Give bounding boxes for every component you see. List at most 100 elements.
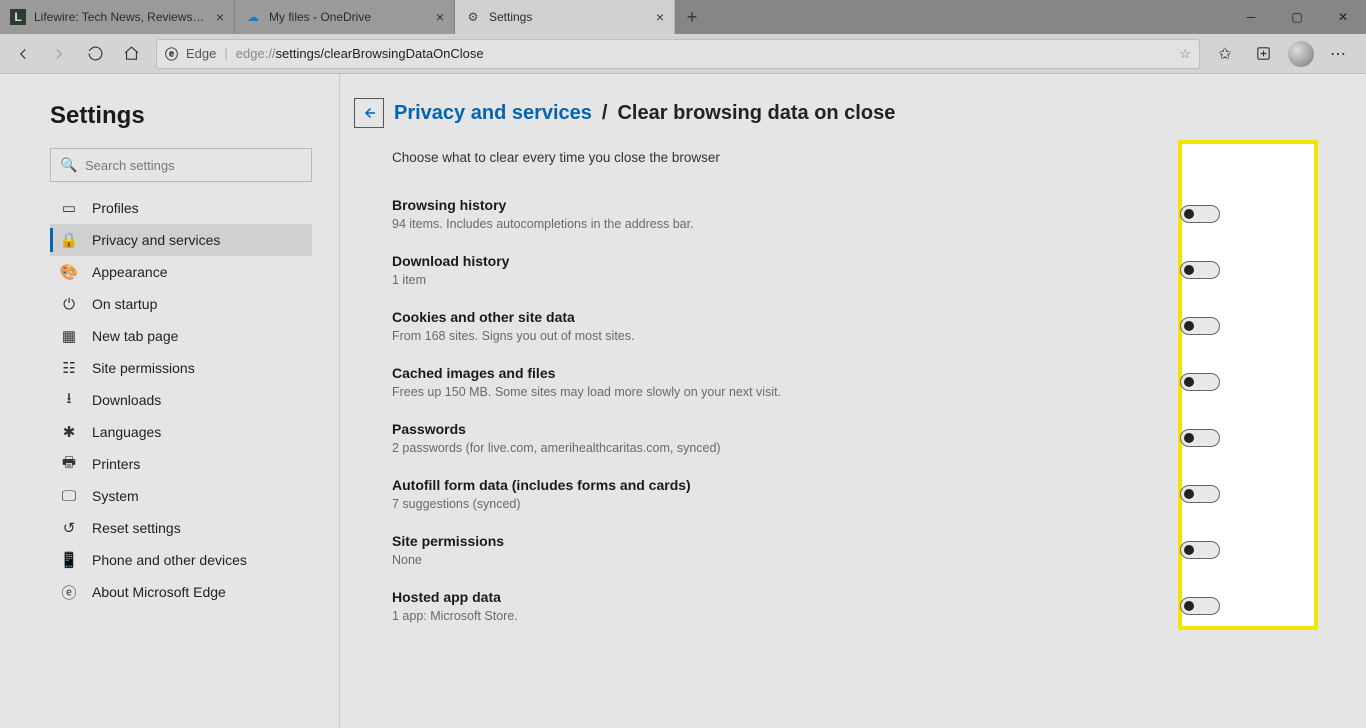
gear-icon: ⚙ xyxy=(465,9,481,25)
content: Settings 🔍 ▭Profiles 🔒Privacy and servic… xyxy=(0,74,1366,728)
close-icon[interactable]: × xyxy=(656,9,664,25)
tab-onedrive[interactable]: ☁ My files - OneDrive × xyxy=(235,0,455,34)
close-window-button[interactable]: ✕ xyxy=(1320,0,1366,34)
option-desc: 7 suggestions (synced) xyxy=(392,497,1180,511)
toggle-download-history[interactable] xyxy=(1180,261,1220,279)
option-title: Passwords xyxy=(392,421,1180,437)
breadcrumb-current: Clear browsing data on close xyxy=(617,102,895,125)
nav-languages[interactable]: ✱Languages xyxy=(50,416,312,448)
nav-newtab[interactable]: ▦New tab page xyxy=(50,320,312,352)
option-desc: 1 item xyxy=(392,273,1180,287)
favicon-lifewire: L xyxy=(10,9,26,25)
search-input[interactable] xyxy=(50,148,312,182)
close-icon[interactable]: × xyxy=(436,9,444,25)
tab-lifewire[interactable]: L Lifewire: Tech News, Reviews, He × xyxy=(0,0,235,34)
main-panel: Privacy and services / Clear browsing da… xyxy=(340,74,1366,728)
more-button[interactable]: ⋯ xyxy=(1322,38,1356,70)
url-path: settings/clearBrowsingDataOnClose xyxy=(276,46,484,61)
tab-title: Lifewire: Tech News, Reviews, He xyxy=(34,10,208,24)
forward-button[interactable] xyxy=(42,38,76,70)
option-title: Browsing history xyxy=(392,197,1180,213)
permissions-icon: ☷ xyxy=(60,359,78,377)
option-title: Cached images and files xyxy=(392,365,1180,381)
back-button[interactable] xyxy=(6,38,40,70)
cloud-icon: ☁ xyxy=(245,9,261,25)
settings-heading: Settings xyxy=(50,102,319,130)
breadcrumb: Privacy and services / Clear browsing da… xyxy=(354,98,1326,128)
separator: | xyxy=(224,46,227,61)
nav-system[interactable]: 🖵System xyxy=(50,480,312,512)
edge-icon: ⓔ xyxy=(165,44,178,63)
toggle-hosted-app-data[interactable] xyxy=(1180,597,1220,615)
download-icon: ⭳ xyxy=(60,388,78,413)
option-desc: 94 items. Includes autocompletions in th… xyxy=(392,217,1180,231)
maximize-button[interactable]: ▢ xyxy=(1274,0,1320,34)
palette-icon: 🎨 xyxy=(60,263,78,281)
power-icon: ⏻ xyxy=(60,296,78,313)
tab-settings[interactable]: ⚙ Settings × xyxy=(455,0,675,34)
option-row: Hosted app data 1 app: Microsoft Store. xyxy=(392,583,1232,639)
toggle-autofill[interactable] xyxy=(1180,485,1220,503)
clear-options-list: Browsing history 94 items. Includes autoc… xyxy=(392,191,1232,639)
nav-privacy[interactable]: 🔒Privacy and services xyxy=(50,224,312,256)
address-bar[interactable]: ⓔ Edge | edge://settings/clearBrowsingDa… xyxy=(156,39,1200,69)
option-desc: 2 passwords (for live.com, amerihealthca… xyxy=(392,441,1180,455)
nav-permissions[interactable]: ☷Site permissions xyxy=(50,352,312,384)
lock-icon: 🔒 xyxy=(60,231,78,249)
nav-profiles[interactable]: ▭Profiles xyxy=(50,192,312,224)
toggle-browsing-history[interactable] xyxy=(1180,205,1220,223)
settings-sidebar: Settings 🔍 ▭Profiles 🔒Privacy and servic… xyxy=(0,74,340,728)
new-tab-button[interactable]: + xyxy=(675,0,709,34)
nav-appearance[interactable]: 🎨Appearance xyxy=(50,256,312,288)
option-desc: Frees up 150 MB. Some sites may load mor… xyxy=(392,385,1180,399)
printer-icon: 🖶 xyxy=(60,452,78,477)
nav-reset[interactable]: ↺Reset settings xyxy=(50,512,312,544)
option-desc: None xyxy=(392,553,1180,567)
option-row: Autofill form data (includes forms and c… xyxy=(392,471,1232,527)
toggle-passwords[interactable] xyxy=(1180,429,1220,447)
toolbar: ⓔ Edge | edge://settings/clearBrowsingDa… xyxy=(0,34,1366,74)
nav-downloads[interactable]: ⭳Downloads xyxy=(50,384,312,416)
refresh-button[interactable] xyxy=(78,38,112,70)
close-icon[interactable]: × xyxy=(216,9,224,25)
home-button[interactable] xyxy=(114,38,148,70)
language-icon: ✱ xyxy=(60,423,78,441)
system-icon: 🖵 xyxy=(60,488,78,505)
option-title: Autofill form data (includes forms and c… xyxy=(392,477,1180,493)
profile-icon: ▭ xyxy=(60,199,78,217)
breadcrumb-back-button[interactable] xyxy=(354,98,384,128)
tab-title: My files - OneDrive xyxy=(269,10,428,24)
option-title: Hosted app data xyxy=(392,589,1180,605)
option-row: Cookies and other site dataFrom 168 site… xyxy=(392,303,1232,359)
option-title: Cookies and other site data xyxy=(392,309,1180,325)
titlebar: L Lifewire: Tech News, Reviews, He × ☁ M… xyxy=(0,0,1366,34)
url-scheme: edge:// xyxy=(236,46,276,61)
breadcrumb-link[interactable]: Privacy and services xyxy=(394,102,592,125)
star-outline-icon[interactable]: ☆ xyxy=(1179,46,1191,62)
breadcrumb-sep: / xyxy=(602,102,608,125)
favorites-button[interactable]: ✩ xyxy=(1208,38,1242,70)
edge-icon: ⓔ xyxy=(60,582,78,603)
nav-about[interactable]: ⓔAbout Microsoft Edge xyxy=(50,576,312,608)
tab-title: Settings xyxy=(489,10,648,24)
minimize-button[interactable]: ─ xyxy=(1228,0,1274,34)
option-title: Download history xyxy=(392,253,1180,269)
nav-startup[interactable]: ⏻On startup xyxy=(50,288,312,320)
profile-avatar[interactable] xyxy=(1284,38,1318,70)
toggle-cache[interactable] xyxy=(1180,373,1220,391)
option-desc: 1 app: Microsoft Store. xyxy=(392,609,1180,623)
section-intro: Choose what to clear every time you clos… xyxy=(392,150,1326,165)
search-icon: 🔍 xyxy=(60,157,77,174)
newtab-icon: ▦ xyxy=(60,327,78,345)
option-row: Passwords 2 passwords (for live.com, amer… xyxy=(392,415,1232,471)
toggle-cookies[interactable] xyxy=(1180,317,1220,335)
option-row: Site permissionsNone xyxy=(392,527,1232,583)
toggle-site-permissions[interactable] xyxy=(1180,541,1220,559)
nav-printers[interactable]: 🖶Printers xyxy=(50,448,312,480)
collections-button[interactable] xyxy=(1246,38,1280,70)
option-row: Browsing history 94 items. Includes autoc… xyxy=(392,191,1232,247)
nav-devices[interactable]: 📱Phone and other devices xyxy=(50,544,312,576)
settings-nav: ▭Profiles 🔒Privacy and services 🎨Appeara… xyxy=(50,192,319,608)
reset-icon: ↺ xyxy=(60,519,78,537)
identity-label: Edge xyxy=(186,46,216,61)
